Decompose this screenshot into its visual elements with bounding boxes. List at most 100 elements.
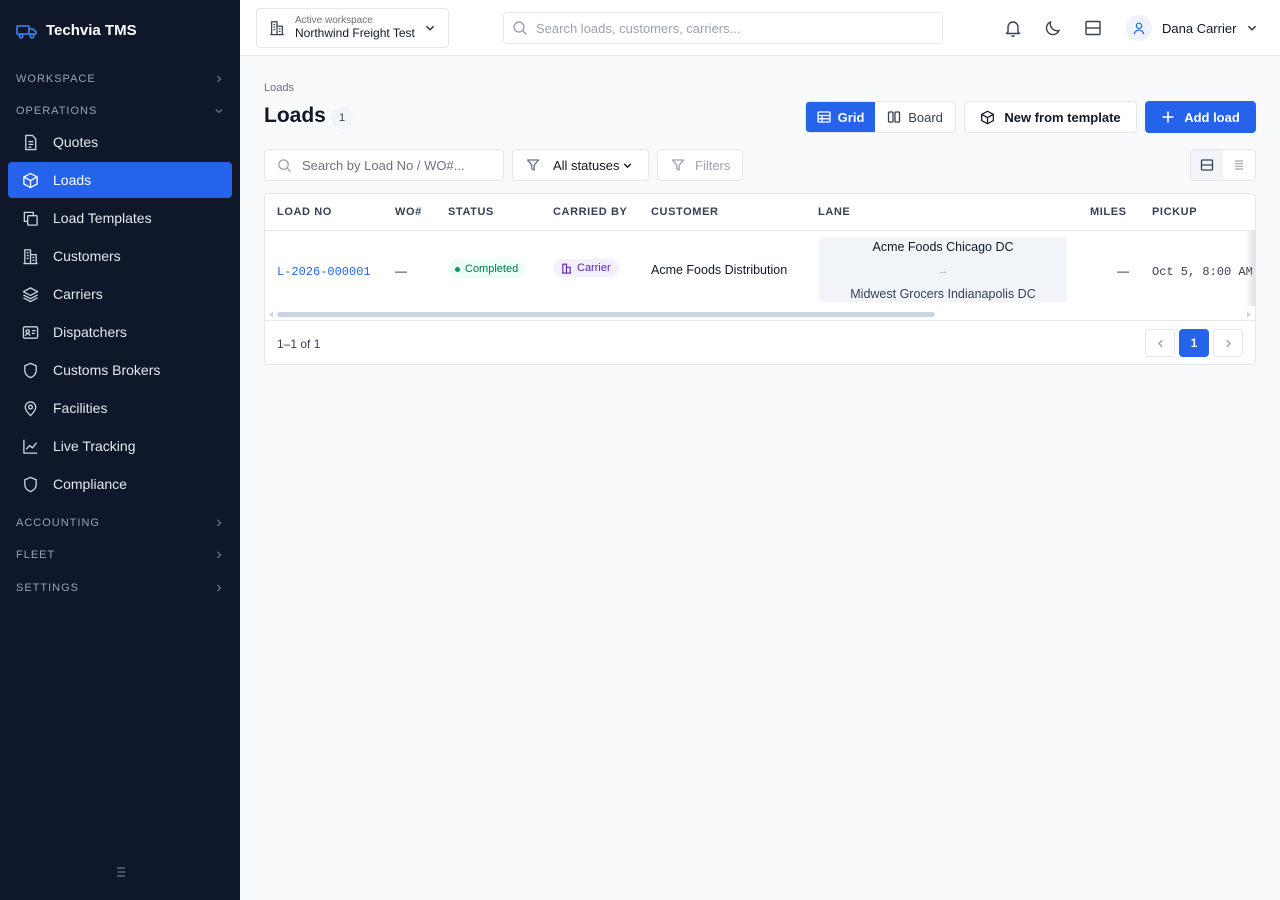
scroll-shadow bbox=[1245, 231, 1255, 306]
chevron-right-icon bbox=[214, 550, 224, 560]
wo-number: — bbox=[395, 264, 407, 278]
avatar bbox=[1126, 15, 1152, 41]
pagination: 1 bbox=[1145, 329, 1243, 357]
section-label: SETTINGS bbox=[16, 582, 80, 594]
status-text: Completed bbox=[465, 263, 519, 275]
sidebar-item-label: Carriers bbox=[53, 286, 103, 302]
horizontal-scrollbar[interactable] bbox=[265, 308, 1255, 320]
brand-name: Techvia TMS bbox=[46, 22, 137, 39]
brand[interactable]: Techvia TMS bbox=[16, 22, 137, 39]
top-bar: Active workspace Northwind Freight Test … bbox=[240, 0, 1280, 56]
layers-icon bbox=[22, 286, 39, 303]
box-icon bbox=[980, 110, 995, 125]
scroll-right-icon[interactable] bbox=[1246, 311, 1252, 318]
sidebar-item-label: Live Tracking bbox=[53, 438, 136, 454]
sidebar-item-label: Customs Brokers bbox=[53, 362, 161, 378]
column-header[interactable]: LANE bbox=[818, 206, 850, 218]
carrier-pill: Carrier bbox=[553, 259, 619, 277]
grid-view-label: Grid bbox=[837, 109, 865, 125]
sidebar-item-carriers[interactable]: Carriers bbox=[8, 276, 232, 312]
box-icon bbox=[22, 172, 39, 189]
workspace-switcher[interactable]: Active workspace Northwind Freight Test bbox=[256, 8, 449, 48]
global-search-input[interactable] bbox=[536, 20, 916, 36]
table-row[interactable]: L-2026-000001 — Completed Carrier Acme F… bbox=[265, 231, 1255, 306]
sidebar-item-label: Quotes bbox=[53, 134, 99, 150]
load-search-input[interactable] bbox=[302, 157, 492, 173]
prev-page-button[interactable] bbox=[1145, 329, 1175, 357]
column-header[interactable]: STATUS bbox=[448, 206, 494, 218]
section-label: ACCOUNTING bbox=[16, 517, 100, 529]
breadcrumb[interactable]: Loads bbox=[264, 82, 294, 94]
column-header[interactable]: LOAD NO bbox=[277, 206, 332, 218]
miles-value: — bbox=[1117, 264, 1129, 278]
add-load-label: Add load bbox=[1184, 109, 1240, 125]
chevron-right-icon bbox=[214, 74, 224, 84]
user-menu[interactable]: Dana Carrier bbox=[1126, 14, 1258, 42]
status-filter-value: All statuses bbox=[553, 158, 633, 173]
board-view-button[interactable]: Board bbox=[875, 102, 955, 132]
arrow-right-icon: → bbox=[937, 264, 949, 277]
section-operations[interactable]: OPERATIONS bbox=[16, 103, 224, 119]
global-search[interactable] bbox=[503, 12, 943, 44]
workspace-name: Northwind Freight Test bbox=[295, 25, 415, 40]
customer-name: Acme Foods Distribution bbox=[651, 263, 788, 277]
new-from-template-label: New from template bbox=[1004, 109, 1121, 125]
filter-icon bbox=[671, 158, 685, 172]
lane-origin: Acme Foods Chicago DC bbox=[872, 240, 1014, 254]
sidebar-item-facilities[interactable]: Facilities bbox=[8, 390, 232, 426]
chart-line-icon bbox=[22, 438, 39, 455]
add-load-button[interactable]: Add load bbox=[1145, 101, 1256, 133]
user-name: Dana Carrier bbox=[1162, 20, 1237, 36]
sidebar-item-dispatchers[interactable]: Dispatchers bbox=[8, 314, 232, 350]
column-header[interactable]: PICKUP bbox=[1152, 206, 1197, 218]
id-card-icon bbox=[22, 324, 39, 341]
sidebar-item-compliance[interactable]: Compliance bbox=[8, 466, 232, 502]
bell-icon[interactable] bbox=[1003, 18, 1023, 38]
count-badge: 1 bbox=[331, 107, 353, 129]
layout-icon[interactable] bbox=[1083, 18, 1103, 38]
sidebar-item-quotes[interactable]: Quotes bbox=[8, 124, 232, 160]
section-fleet[interactable]: FLEET bbox=[16, 547, 224, 563]
sidebar-collapse-icon[interactable] bbox=[113, 864, 129, 880]
lane-cell: Acme Foods Chicago DC → Midwest Grocers … bbox=[819, 237, 1067, 302]
sidebar-item-loads[interactable]: Loads bbox=[8, 162, 232, 198]
new-from-template-button[interactable]: New from template bbox=[964, 101, 1137, 133]
sidebar-item-load-templates[interactable]: Load Templates bbox=[8, 200, 232, 236]
status-badge: Completed bbox=[448, 260, 526, 278]
section-label: WORKSPACE bbox=[16, 73, 96, 85]
compact-density-icon[interactable] bbox=[1223, 150, 1255, 180]
status-filter[interactable]: All statuses bbox=[512, 149, 649, 181]
sidebar-item-live-tracking[interactable]: Live Tracking bbox=[8, 428, 232, 464]
scroll-left-icon[interactable] bbox=[268, 311, 274, 318]
section-label: FLEET bbox=[16, 549, 56, 561]
board-view-label: Board bbox=[908, 109, 943, 125]
column-header[interactable]: MILES bbox=[1090, 206, 1127, 218]
chevron-down-icon bbox=[214, 106, 224, 116]
scroll-track[interactable] bbox=[277, 312, 1243, 317]
copy-icon bbox=[22, 210, 39, 227]
grid-view-button[interactable]: Grid bbox=[806, 102, 876, 132]
column-header[interactable]: CUSTOMER bbox=[651, 206, 719, 218]
comfortable-density-icon[interactable] bbox=[1191, 150, 1223, 180]
sidebar-item-customers[interactable]: Customers bbox=[8, 238, 232, 274]
page-title: Loads bbox=[264, 104, 326, 127]
page-button-current[interactable]: 1 bbox=[1179, 329, 1209, 357]
filters-button[interactable]: Filters bbox=[657, 149, 743, 181]
load-number-link[interactable]: L-2026-000001 bbox=[277, 265, 371, 279]
sidebar-item-customs-brokers[interactable]: Customs Brokers bbox=[8, 352, 232, 388]
section-workspace[interactable]: WORKSPACE bbox=[16, 71, 224, 87]
loads-table: LOAD NO WO# STATUS CARRIED BY CUSTOMER L… bbox=[264, 193, 1256, 365]
sidebar-item-label: Customers bbox=[53, 248, 121, 264]
section-accounting[interactable]: ACCOUNTING bbox=[16, 515, 224, 531]
moon-icon[interactable] bbox=[1043, 18, 1063, 38]
truck-icon bbox=[16, 23, 38, 39]
next-page-button[interactable] bbox=[1213, 329, 1243, 357]
section-settings[interactable]: SETTINGS bbox=[16, 580, 224, 596]
workspace-text: Active workspace Northwind Freight Test bbox=[295, 15, 415, 40]
column-header[interactable]: WO# bbox=[395, 206, 422, 218]
load-search[interactable] bbox=[264, 149, 504, 181]
scroll-thumb[interactable] bbox=[277, 312, 935, 317]
sidebar-item-label: Dispatchers bbox=[53, 324, 127, 340]
chevron-down-icon bbox=[1246, 22, 1258, 34]
column-header[interactable]: CARRIED BY bbox=[553, 206, 627, 218]
